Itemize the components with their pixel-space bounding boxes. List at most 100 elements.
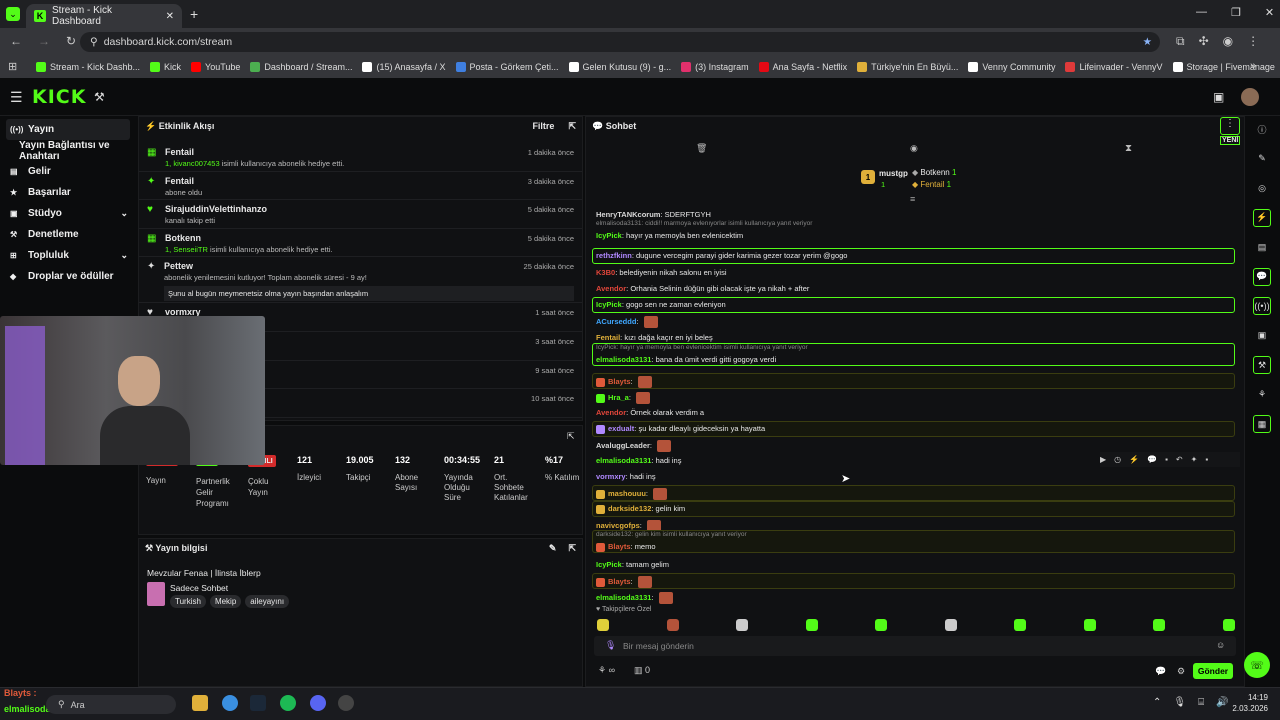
sidebar-item-2[interactable]: ▤ Gelir	[0, 161, 138, 182]
info-popout-icon[interactable]: ⇱	[568, 543, 576, 553]
chat-username[interactable]: Avendor	[596, 408, 626, 417]
chat-username[interactable]: elmalisoda3131	[596, 593, 651, 602]
chat-settings-icon[interactable]: 💬	[1155, 666, 1166, 677]
document-icon[interactable]: ▤	[1253, 238, 1271, 256]
user-avatar[interactable]	[1241, 88, 1259, 106]
stream-tag[interactable]: aileyayını	[245, 595, 290, 608]
emote-icon[interactable]	[1153, 619, 1165, 631]
expand-down-icon[interactable]: ≡	[910, 194, 915, 204]
chat-message[interactable]: rethzfkinn: dugune vercegim parayi gider…	[596, 251, 847, 260]
chat-username[interactable]: Blayts	[608, 542, 631, 551]
chat-username[interactable]: exdualt	[608, 424, 634, 433]
chrome-icon[interactable]	[222, 695, 238, 711]
chat-username[interactable]: Hra_a	[608, 393, 629, 402]
chat-username[interactable]: Avendor	[596, 284, 626, 293]
emote-icon[interactable]	[1222, 619, 1235, 631]
chat-username[interactable]: elmalisoda3131	[596, 355, 651, 364]
chat-username[interactable]: IcyPick	[596, 231, 622, 240]
share-icon[interactable]: ⚘	[1253, 386, 1271, 404]
bookmark-star-icon[interactable]: ★	[1143, 36, 1152, 48]
chat-message[interactable]: AvaluggLeader:	[596, 440, 672, 452]
chat-message[interactable]: elmalisoda3131: hadi inş	[596, 456, 681, 465]
emote-icon[interactable]	[597, 619, 609, 631]
emote-icon[interactable]	[666, 619, 679, 631]
file-explorer-icon[interactable]	[192, 695, 208, 711]
discord-icon[interactable]	[310, 695, 326, 711]
chat-message[interactable]: darkside132: gelin kim	[596, 504, 685, 514]
close-tab-icon[interactable]: ✕	[166, 11, 174, 22]
chat-username[interactable]: darkside132	[608, 504, 651, 513]
chat-message[interactable]: HenryTANKcorum: SDERFTGYH	[596, 210, 711, 219]
chat-icon[interactable]: 💬	[1253, 267, 1271, 286]
pin-icon[interactable]: ⚡	[1129, 455, 1139, 464]
emote-icon[interactable]	[805, 619, 818, 631]
target-icon[interactable]: ◎	[1253, 179, 1271, 197]
bookmark-item[interactable]: Storage | Fivemanage	[1172, 62, 1275, 72]
chat-username[interactable]: K3B0	[596, 268, 615, 277]
ban-icon[interactable]: ✦	[1191, 455, 1198, 464]
emote-icon[interactable]	[875, 619, 887, 631]
volume-icon[interactable]: 🔊	[1216, 697, 1228, 708]
hamburger-menu-icon[interactable]: ☰	[10, 89, 23, 106]
chevron-down-icon[interactable]: ⌄	[120, 208, 128, 219]
url-bar[interactable]: ⚲ dashboard.kick.com/stream ★	[80, 32, 1160, 52]
chat-message[interactable]: elmalisoda3131: bana da ümit verdi gitti…	[596, 355, 776, 364]
activity-item[interactable]: ▦ Botkenn 1, SenseiiTR isimli kullanıcıya …	[139, 229, 582, 258]
chat-username[interactable]: AvaluggLeader	[596, 441, 650, 450]
info-icon[interactable]: ⓘ	[1253, 120, 1271, 138]
mic-icon[interactable]: 🎙	[1173, 697, 1186, 708]
slow-mode-icon[interactable]: ⧗	[1125, 143, 1132, 154]
forward-icon[interactable]: →	[38, 34, 50, 48]
chat-username[interactable]: ACurseddd	[596, 317, 636, 326]
chat-message[interactable]: Blayts: memo	[596, 542, 656, 552]
activity-item[interactable]: ▦ Fentail 1, kivanc007453 isimli kullanıcı…	[139, 143, 582, 172]
new-tab-icon[interactable]: +	[190, 6, 198, 22]
stream-tag[interactable]: Turkish	[170, 595, 206, 608]
menu-dots-icon[interactable]: ⋮	[1247, 34, 1259, 49]
taskbar-search[interactable]: ⚲ Ara	[46, 695, 176, 714]
reply-icon[interactable]: 💬	[1147, 455, 1157, 464]
back-icon[interactable]: ←	[10, 34, 22, 48]
edit-icon[interactable]: ✎	[549, 543, 557, 553]
chat-username[interactable]: mashouuu	[608, 489, 646, 498]
bookmark-item[interactable]: YouTube	[191, 62, 240, 72]
tool-icon[interactable]: ⚒	[1253, 356, 1271, 374]
emote-icon[interactable]	[1014, 619, 1026, 631]
gear-icon[interactable]: ⚙	[1177, 666, 1185, 677]
chat-username[interactable]: IcyPick	[596, 560, 622, 569]
chat-username[interactable]: rethzfkinn	[596, 251, 632, 260]
wallet-icon[interactable]: ▣	[1213, 90, 1224, 104]
popout-icon[interactable]: ⇱	[568, 121, 576, 131]
chat-username[interactable]: vormxry	[596, 472, 626, 481]
reload-icon[interactable]: ↻	[66, 34, 76, 48]
hammer-icon[interactable]: ⚒	[94, 90, 105, 104]
clock[interactable]: 14:19 2.03.2026	[1232, 692, 1268, 714]
chat-message[interactable]: Fentail: kızı dağa kaçır en iyi beleş	[596, 333, 713, 342]
bookmark-item[interactable]: Stream - Kick Dashb...	[36, 62, 140, 72]
obs-icon[interactable]	[338, 695, 354, 711]
chat-mode-icon[interactable]: ◉	[910, 143, 918, 154]
apps-grid-icon[interactable]: ⊞	[8, 60, 17, 73]
trash-icon[interactable]: 🗑	[696, 143, 707, 154]
chat-message[interactable]: Hra_a:	[596, 392, 651, 404]
clock-icon[interactable]: ◷	[1114, 455, 1121, 464]
puzzle-icon[interactable]: ✣	[1199, 34, 1209, 49]
chat-message[interactable]: ACurseddd:	[596, 316, 658, 328]
network-icon[interactable]: ⌸	[1198, 697, 1204, 708]
extension-icon[interactable]: ⧉	[1176, 34, 1185, 49]
emote-icon[interactable]	[944, 619, 957, 631]
sidebar-item-7[interactable]: ◆ Droplar ve ödüller	[0, 266, 138, 287]
undo-icon[interactable]: ↶	[1176, 455, 1183, 464]
chat-message[interactable]: Blayts:	[596, 376, 652, 388]
chat-username[interactable]: Blayts	[608, 577, 631, 586]
chat-message[interactable]: K3B0: belediyenin nikah salonu en iyisi	[596, 268, 727, 277]
broadcast-icon[interactable]: ((•))	[1253, 297, 1271, 315]
chat-message[interactable]: IcyPick: hayır ya memoyla ben evlenicekt…	[596, 231, 743, 240]
activity-item[interactable]: ✦ Fentail abone oldu 3 dakika önce	[139, 172, 582, 201]
spotify-icon[interactable]	[280, 695, 296, 711]
chat-username[interactable]: Fentail	[596, 333, 620, 342]
top-gifter-name[interactable]: mustgp	[879, 169, 908, 178]
chat-message[interactable]: Avendor: Örnek olarak verdim a	[596, 408, 704, 417]
more-bookmarks-icon[interactable]: »	[1250, 60, 1256, 72]
chat-message[interactable]: Avendor: Orhania Selinin düğün gibi olac…	[596, 284, 809, 293]
